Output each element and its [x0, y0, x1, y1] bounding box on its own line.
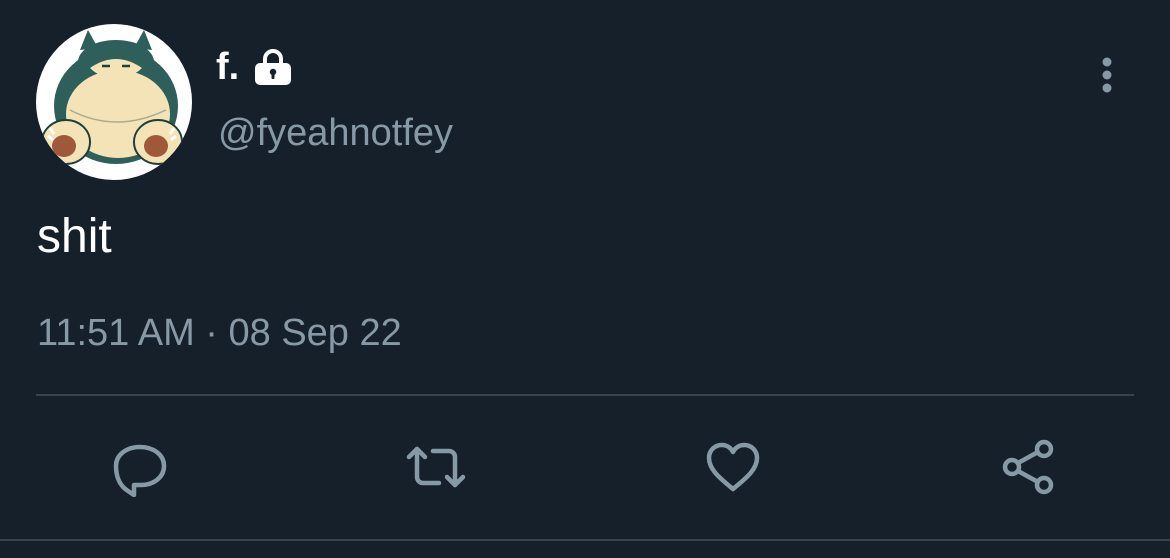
share-button[interactable]	[993, 432, 1063, 502]
heart-icon	[706, 442, 760, 492]
tweet-detail: f. @fyeahnotfey shit 11:51 AM · 08 Sep 2…	[0, 0, 1170, 558]
share-icon	[1002, 439, 1054, 495]
more-options-button[interactable]	[1084, 50, 1130, 100]
retweet-icon	[406, 446, 466, 488]
like-button[interactable]	[698, 432, 768, 502]
user-handle[interactable]: @fyeahnotfey	[218, 108, 453, 158]
lock-icon	[255, 49, 292, 85]
avatar[interactable]	[36, 24, 192, 180]
divider	[36, 394, 1134, 396]
reply-icon	[113, 444, 167, 497]
divider	[0, 539, 1170, 541]
retweet-button[interactable]	[401, 432, 471, 502]
more-vertical-icon	[1102, 57, 1112, 93]
reply-button[interactable]	[105, 432, 175, 502]
tweet-timestamp[interactable]: 11:51 AM · 08 Sep 22	[37, 308, 402, 358]
tweet-text: shit	[37, 210, 112, 263]
display-name[interactable]: f.	[216, 44, 293, 90]
display-name-text[interactable]: f.	[216, 44, 239, 90]
snorlax-avatar-image	[41, 30, 183, 165]
